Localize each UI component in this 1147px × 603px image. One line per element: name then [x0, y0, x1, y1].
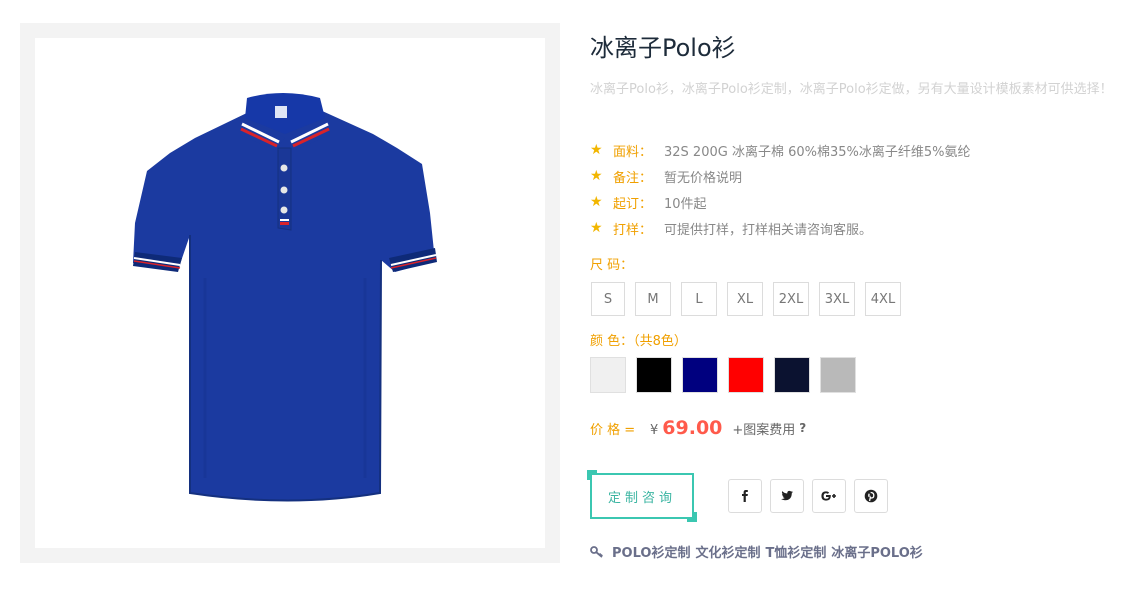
product-title: 冰离子Polo衫	[590, 34, 736, 62]
size-option-m[interactable]: M	[635, 282, 671, 316]
twitter-icon	[781, 490, 793, 501]
star-icon: ★	[590, 194, 603, 210]
key-icon	[590, 545, 604, 558]
spec-min-order: ★ 起订： 10件起	[590, 192, 707, 212]
tag-link[interactable]: T恤衫定制	[765, 542, 826, 561]
pinterest-icon	[864, 489, 878, 503]
price-help-icon[interactable]: ?	[799, 421, 806, 435]
star-icon: ★	[590, 142, 603, 158]
color-swatch-white[interactable]	[590, 357, 626, 393]
spec-value: 10件起	[664, 196, 707, 212]
color-swatch-navy[interactable]	[682, 357, 718, 393]
spec-label: 备注：	[613, 170, 653, 186]
spec-label: 打样：	[613, 222, 653, 238]
spec-note: ★ 备注： 暂无价格说明	[590, 166, 742, 186]
size-option-3xl[interactable]: 3XL	[819, 282, 855, 316]
size-option-s[interactable]: S	[591, 282, 625, 316]
color-swatch-black[interactable]	[636, 357, 672, 393]
pinterest-button[interactable]	[854, 479, 888, 513]
size-option-l[interactable]: L	[681, 282, 717, 316]
facebook-button[interactable]	[728, 479, 762, 513]
tag-link[interactable]: 文化衫定制	[695, 542, 760, 561]
color-swatch-red[interactable]	[728, 357, 764, 393]
tag-list: POLO衫定制 文化衫定制 T恤衫定制 冰离子POLO衫	[590, 542, 928, 561]
consult-button-label: 定制咨询	[607, 490, 676, 506]
facebook-icon	[742, 490, 748, 502]
spec-label: 面料：	[613, 144, 653, 160]
color-options	[590, 357, 856, 393]
twitter-button[interactable]	[770, 479, 804, 513]
spec-value: 可提供打样，打样相关请咨询客服。	[664, 222, 873, 238]
consult-button[interactable]: 定制咨询	[587, 470, 697, 522]
size-options: S M L XL 2XL 3XL 4XL	[591, 282, 901, 316]
star-icon: ★	[590, 168, 603, 184]
google-plus-icon	[821, 491, 836, 501]
size-option-4xl[interactable]: 4XL	[865, 282, 901, 316]
price-label: 价 格 =	[590, 422, 636, 438]
spec-fabric: ★ 面料： 32S 200G 冰离子棉 60%棉35%冰离子纤维5%氨纶	[590, 140, 971, 160]
spec-value: 暂无价格说明	[664, 170, 743, 186]
price-amount: 69.00	[662, 417, 723, 439]
size-label: 尺 码：	[590, 258, 634, 273]
color-label: 颜 色：（共8色）	[590, 334, 687, 349]
product-image[interactable]	[35, 38, 545, 548]
tag-link[interactable]: 冰离子POLO衫	[831, 542, 922, 561]
star-icon: ★	[590, 220, 603, 236]
polo-shirt-image	[133, 93, 437, 502]
size-option-2xl[interactable]: 2XL	[773, 282, 809, 316]
spec-label: 起订：	[613, 196, 653, 212]
product-image-frame	[20, 23, 560, 563]
price-extra-fee: +图案费用	[732, 422, 796, 438]
google-plus-button[interactable]	[812, 479, 846, 513]
spec-value: 32S 200G 冰离子棉 60%棉35%冰离子纤维5%氨纶	[664, 144, 971, 160]
price-row: 价 格 = ¥ 69.00 +图案费用 ?	[590, 413, 806, 443]
currency-symbol: ¥	[650, 422, 659, 438]
size-option-xl[interactable]: XL	[727, 282, 763, 316]
color-swatch-gray[interactable]	[820, 357, 856, 393]
product-description: 冰离子Polo衫，冰离子Polo衫定制，冰离子Polo衫定做，另有大量设计模板素…	[590, 82, 1113, 97]
spec-sample: ★ 打样： 可提供打样，打样相关请咨询客服。	[590, 218, 872, 238]
social-share	[728, 479, 888, 513]
tag-link[interactable]: POLO衫定制	[612, 542, 690, 561]
color-swatch-dark-navy[interactable]	[774, 357, 810, 393]
